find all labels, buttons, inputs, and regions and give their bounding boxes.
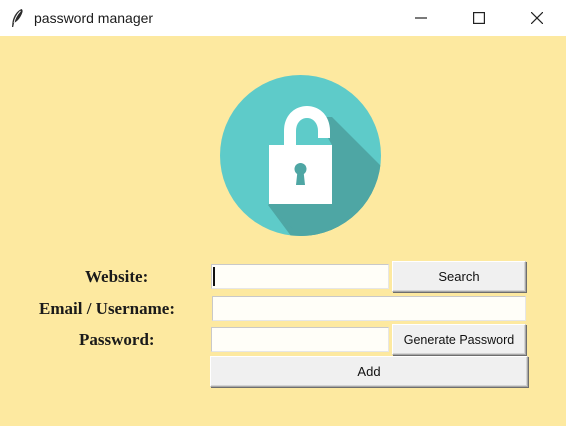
unlocked-padlock-icon xyxy=(220,75,381,236)
email-username-input[interactable] xyxy=(212,296,526,321)
website-label: Website: xyxy=(85,267,149,286)
minimize-button[interactable] xyxy=(398,0,444,36)
maximize-icon xyxy=(473,12,485,24)
close-button[interactable] xyxy=(514,0,560,36)
maximize-button[interactable] xyxy=(456,0,502,36)
website-input[interactable] xyxy=(211,264,389,289)
minimize-icon xyxy=(415,17,427,19)
app-window: password manager Website: Search Email /… xyxy=(0,0,566,426)
password-input[interactable] xyxy=(211,327,389,352)
feather-icon xyxy=(9,8,25,28)
close-icon xyxy=(531,12,543,24)
search-button[interactable]: Search xyxy=(392,261,526,292)
password-label: Password: xyxy=(79,330,155,349)
generate-password-button[interactable]: Generate Password xyxy=(392,324,526,355)
title-bar[interactable]: password manager xyxy=(0,0,566,36)
window-title: password manager xyxy=(34,10,154,26)
add-button[interactable]: Add xyxy=(210,356,528,387)
text-cursor xyxy=(213,267,215,286)
email-username-label: Email / Username: xyxy=(39,299,175,318)
